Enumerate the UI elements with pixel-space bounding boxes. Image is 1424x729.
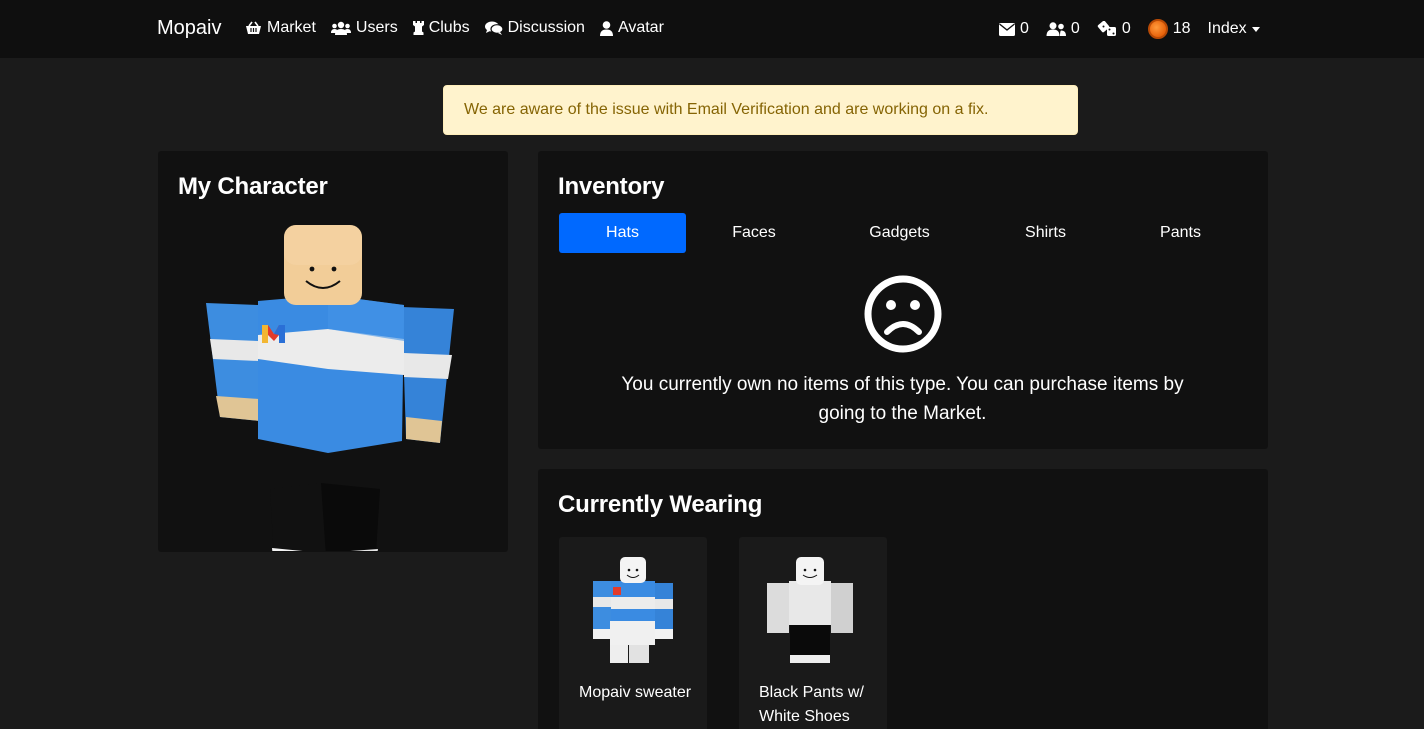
nav-avatar[interactable]: Avatar bbox=[599, 19, 664, 37]
main-nav: Market Users Clubs Discussion Avatar bbox=[245, 19, 664, 37]
nav-avatar-label: Avatar bbox=[617, 19, 664, 36]
basket-icon bbox=[246, 21, 261, 34]
tab-pants[interactable]: Pants bbox=[1114, 213, 1247, 253]
tab-gadgets[interactable]: Gadgets bbox=[822, 213, 977, 253]
nav-clubs[interactable]: Clubs bbox=[412, 19, 470, 37]
wearing-item[interactable]: Black Pants w/ White Shoes bbox=[739, 537, 887, 729]
item-name: Mopaiv sweater bbox=[579, 684, 692, 701]
user-friends-icon bbox=[1046, 22, 1066, 36]
nav-discussion[interactable]: Discussion bbox=[484, 19, 585, 37]
comments-icon bbox=[484, 21, 503, 35]
user-icon bbox=[599, 20, 613, 36]
currency-amount: 18 bbox=[1172, 20, 1191, 37]
messages-stat[interactable]: 0 bbox=[999, 20, 1029, 38]
tab-shirts[interactable]: Shirts bbox=[977, 213, 1114, 253]
wearing-item[interactable]: Mopaiv sweater bbox=[559, 537, 707, 729]
nav-market-label: Market bbox=[267, 19, 316, 36]
messages-count: 0 bbox=[1020, 20, 1029, 37]
sad-face-icon bbox=[864, 275, 942, 353]
top-navbar: Mopaiv Market Users Clubs Discussion Ava… bbox=[0, 0, 1424, 58]
my-character-title: My Character bbox=[178, 173, 328, 200]
envelope-icon bbox=[999, 22, 1015, 36]
item-name: Black Pants w/ White Shoes bbox=[759, 684, 864, 725]
index-dropdown[interactable]: Index bbox=[1208, 20, 1260, 38]
my-character-card: My Character bbox=[158, 151, 508, 552]
nav-market[interactable]: Market bbox=[245, 19, 316, 37]
tab-faces[interactable]: Faces bbox=[686, 213, 822, 253]
currently-wearing-title: Currently Wearing bbox=[558, 491, 763, 518]
trades-count: 0 bbox=[1121, 20, 1131, 37]
nav-discussion-label: Discussion bbox=[507, 19, 585, 36]
currency-stat[interactable]: 18 bbox=[1147, 19, 1191, 39]
users-icon bbox=[330, 21, 351, 35]
empty-inventory-message: You currently own no items of this type.… bbox=[621, 374, 1184, 424]
brand-logo[interactable]: Mopaiv bbox=[157, 17, 221, 40]
item-thumbnail bbox=[593, 557, 673, 663]
email-verification-alert: We are aware of the issue with Email Ver… bbox=[443, 85, 1078, 135]
friend-requests-stat[interactable]: 0 bbox=[1046, 20, 1080, 38]
friend-requests-count: 0 bbox=[1070, 20, 1080, 37]
caret-down-icon bbox=[1251, 26, 1260, 32]
character-avatar-image bbox=[206, 225, 454, 551]
index-dropdown-label: Index bbox=[1207, 20, 1247, 37]
item-thumbnail bbox=[767, 557, 853, 663]
user-stats: 0 0 0 18 Index bbox=[999, 19, 1260, 39]
currently-wearing-card: Currently Wearing Mopaiv sweater Black P… bbox=[538, 469, 1268, 729]
nav-users[interactable]: Users bbox=[330, 19, 398, 37]
nav-users-label: Users bbox=[355, 19, 398, 36]
nav-clubs-label: Clubs bbox=[428, 19, 470, 36]
inventory-tabs: Hats Faces Gadgets Shirts Pants bbox=[559, 213, 1247, 253]
trades-stat[interactable]: 0 bbox=[1097, 20, 1131, 38]
tab-hats[interactable]: Hats bbox=[559, 213, 686, 253]
chess-rook-icon bbox=[412, 21, 424, 35]
inventory-card: Inventory Hats Faces Gadgets Shirts Pant… bbox=[538, 151, 1268, 449]
inventory-title: Inventory bbox=[558, 173, 665, 200]
dice-icon bbox=[1097, 21, 1116, 36]
coin-icon bbox=[1147, 19, 1168, 39]
